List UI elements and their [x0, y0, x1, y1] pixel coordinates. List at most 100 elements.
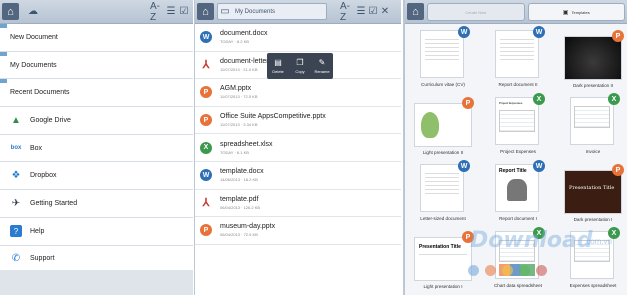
word-icon: W — [200, 169, 212, 182]
left-toolbar: ⌂ ☁ A-Z ☰ ☑ — [0, 0, 193, 24]
excel-icon: X — [608, 93, 620, 105]
template-thumbnail — [495, 30, 539, 78]
delete-button[interactable]: ▤ Delete — [267, 53, 289, 79]
powerpoint-icon: P — [612, 30, 624, 42]
file-row[interactable]: P Office Suite AppsCompetitive.pptx 11/07/… — [195, 107, 401, 135]
file-row[interactable]: Pmuseum-day.pptx 06/04/2013 · 72.5 KB — [195, 217, 401, 245]
sort-button[interactable]: A-Z — [150, 1, 164, 23]
watermark-suffix: .com.vn — [584, 237, 613, 246]
thumb-title: Report Title — [499, 168, 527, 174]
nav-service-3[interactable]: ✈ Getting Started — [0, 190, 193, 218]
tab-templates[interactable]: ▣ Templates — [527, 3, 625, 21]
dropbox-icon: ❖ — [11, 170, 21, 182]
powerpoint-icon: P — [200, 114, 212, 127]
left-footer — [0, 270, 193, 295]
template-thumbnail — [414, 103, 472, 147]
right-toolbar: ⌂ Create New ▣ Templates — [405, 0, 627, 24]
nav-service-1[interactable]: box Box — [0, 135, 193, 163]
nav-section-2[interactable]: Recent Documents — [0, 79, 193, 108]
excel-icon: X — [200, 141, 212, 154]
word-icon: W — [200, 31, 212, 44]
file-name: document.docx — [220, 30, 268, 38]
template-thumbnail — [420, 30, 464, 78]
help-icon: ? — [10, 225, 22, 238]
word-icon: W — [533, 26, 545, 38]
template-thumbnail — [420, 164, 464, 212]
template-label: Chart data spreadsheet — [493, 283, 542, 288]
template-tile[interactable]: P Dark presentation II — [560, 26, 626, 92]
file-row[interactable]: Wdocument.docx TODAY · 8.2 KB — [195, 24, 401, 52]
section-flag — [0, 79, 7, 84]
context-menu: ▤ Delete ❐ Copy ✎ Rename — [267, 53, 333, 79]
template-tile[interactable]: Presentation Title P Dark presentation I — [560, 160, 626, 226]
middle-toolbar: ⌂ My Documents ▭ A-Z ☰ ☑ ✕ — [195, 0, 401, 24]
file-name: Office Suite AppsCompetitive.pptx — [220, 113, 326, 121]
list-view-icon[interactable]: ☰ — [356, 3, 366, 20]
file-row[interactable]: Wtemplate.docx 14/06/2013 · 18.2 KB — [195, 162, 401, 190]
template-tile[interactable]: Presentation Title P Light presentation I — [410, 227, 476, 293]
breadcrumb-label: My Documents — [235, 8, 276, 15]
file-name: museum-day.pptx — [220, 223, 276, 231]
pdf-icon: ⅄ — [202, 197, 210, 210]
file-row[interactable]: ⅄ template.pdf 06/04/2013 · 126.2 KB — [195, 190, 401, 218]
template-label: Report document I — [499, 216, 537, 221]
tab-create-new[interactable]: Create New — [427, 3, 525, 21]
breadcrumb[interactable]: My Documents — [217, 3, 327, 20]
cloud-icon[interactable]: ☁ — [26, 3, 40, 20]
folder-icon: ▭ — [220, 6, 230, 17]
nav-section-0[interactable]: New Document — [0, 24, 193, 52]
home-button[interactable]: ⌂ — [197, 3, 214, 20]
copy-icon: ❐ — [296, 58, 304, 67]
template-tile[interactable]: Project Expenses X Project Expenses — [485, 93, 551, 159]
thumb-title: Project Expenses — [499, 101, 523, 105]
file-meta: 06/04/2013 · 126.2 KB — [220, 204, 261, 210]
home-button[interactable]: ⌂ — [2, 3, 19, 20]
nav-list: New Document My Documents Recent Documents… — [0, 24, 193, 274]
nav-service-2[interactable]: ❖ Dropbox — [0, 162, 193, 191]
file-row[interactable]: P AGM.pptx 11/07/2013 · 72.5 KB — [195, 79, 401, 107]
rename-button[interactable]: ✎ Rename — [311, 53, 333, 79]
section-flag — [0, 24, 7, 28]
home-button[interactable]: ⌂ — [407, 3, 424, 20]
rename-icon: ✎ — [318, 58, 326, 67]
nav-section-1[interactable]: My Documents — [0, 51, 193, 80]
select-icon[interactable]: ☑ — [178, 3, 190, 20]
template-tile[interactable]: P Light presentation II — [410, 93, 476, 159]
template-label: Light presentation I — [423, 284, 463, 289]
template-label: Expenses spreadsheet — [569, 283, 617, 288]
template-label: Letter-sized document — [420, 216, 466, 221]
nav-service-4[interactable]: ? Help — [0, 218, 193, 246]
template-label: Report document II — [498, 82, 538, 87]
file-row[interactable]: Xspreadsheet.xlsx TODAY · 6.1 KB — [195, 134, 401, 162]
copy-button[interactable]: ❐ Copy — [289, 53, 311, 79]
person-icon: ✈ — [11, 197, 21, 209]
template-thumbnail: Project Expenses — [495, 97, 539, 145]
google-drive-icon: ▲ — [11, 114, 21, 126]
list-view-icon[interactable]: ☰ — [166, 3, 176, 20]
template-thumbnail: Report Title — [495, 164, 539, 212]
pdf-icon: ⅄ — [202, 59, 210, 72]
nav-service-0[interactable]: ▲ Google Drive — [0, 107, 193, 135]
file-meta: 14/06/2013 · 18.2 KB — [220, 177, 258, 183]
delete-icon: ▤ — [274, 58, 282, 67]
template-tile[interactable]: W Letter-sized document — [410, 160, 476, 226]
template-label: Dark presentation I — [573, 217, 613, 222]
close-icon[interactable]: ✕ — [380, 3, 390, 20]
word-icon: W — [458, 26, 470, 38]
select-icon[interactable]: ☑ — [368, 3, 378, 20]
template-label: Invoice — [585, 149, 601, 154]
template-tile[interactable]: X Invoice — [560, 93, 626, 159]
sort-button[interactable]: A-Z — [340, 1, 354, 23]
template-label: Dark presentation II — [572, 83, 614, 88]
template-tile[interactable]: Report Title W Report document I — [485, 160, 551, 226]
file-name: spreadsheet.xlsx — [220, 140, 273, 148]
template-tile[interactable]: W Report document II — [485, 26, 551, 92]
template-tile[interactable]: W Curriculum vitae (CV) — [410, 26, 476, 92]
navigation-panel: ⌂ ☁ A-Z ☰ ☑ New Document My Documents Rece… — [0, 0, 193, 295]
file-meta: TODAY · 6.1 KB — [220, 149, 249, 155]
template-thumbnail: Presentation Title — [564, 170, 622, 214]
file-meta: 06/04/2013 · 72.5 KB — [220, 232, 258, 238]
watermark: Download — [470, 228, 593, 253]
template-label: Project Expenses — [500, 149, 536, 154]
word-icon: W — [533, 160, 545, 172]
